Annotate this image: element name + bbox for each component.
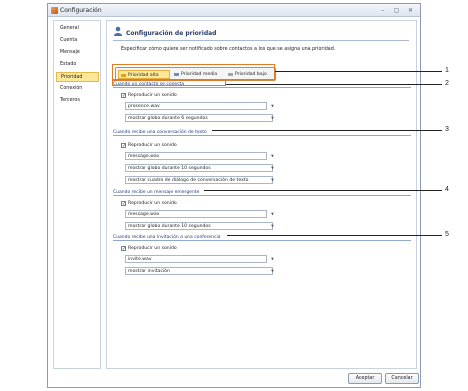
checkbox-label: Reproducir un sonido	[128, 201, 177, 206]
sound-file-input[interactable]: presence.wav	[125, 102, 267, 110]
browse-arrow-icon[interactable]: ▼	[270, 102, 275, 110]
sidebar-item-terceros[interactable]: Terceros	[56, 96, 99, 106]
accept-button[interactable]: Aceptar	[348, 373, 382, 384]
conversation-dialog-dropdown[interactable]: mostrar cuadro de diálogo de conversació…	[125, 176, 273, 184]
notification-dropdown[interactable]: mostrar globo durante 10 segundos	[125, 164, 273, 172]
chevron-down-icon[interactable]: ▼	[270, 222, 275, 230]
page-title: Configuración de prioridad	[126, 30, 217, 37]
callout-number-2: 2	[445, 80, 449, 87]
chevron-down-icon[interactable]: ▼	[270, 164, 275, 172]
sidebar-item-estado[interactable]: Estado	[56, 60, 99, 70]
checkbox[interactable]: ✓	[121, 201, 126, 207]
chevron-down-icon[interactable]: ▼	[270, 267, 275, 275]
sidebar: General Cuenta Mensaje Estado Prioridad …	[53, 20, 101, 369]
close-button[interactable]: ✕	[406, 6, 415, 15]
page-description: Especificar cómo quiere ser notificado s…	[121, 47, 336, 52]
settings-window: Configuración – ▢ ✕ General Cuenta Mensa…	[47, 3, 421, 388]
section-highlight-box	[112, 80, 226, 86]
callout-number-4: 4	[445, 186, 449, 193]
play-sound-checkbox[interactable]: ✓ Reproducir un sonido	[121, 245, 177, 252]
play-sound-checkbox[interactable]: ✓ Reproducir un sonido	[121, 92, 177, 99]
sidebar-item-general[interactable]: General	[56, 24, 99, 34]
contacts-icon	[114, 26, 122, 36]
notification-dropdown[interactable]: mostrar globo durante 10 segundos	[125, 222, 273, 230]
checkbox-label: Reproducir un sonido	[128, 143, 177, 148]
sidebar-item-cuenta[interactable]: Cuenta	[56, 36, 99, 46]
callout-line-1	[275, 71, 442, 72]
sound-file-input[interactable]: message.wav	[125, 152, 267, 160]
checkbox-label: Reproducir un sonido	[128, 246, 177, 251]
checkbox-label: Reproducir un sonido	[128, 93, 177, 98]
window-title: Configuración	[60, 7, 102, 14]
cancel-button[interactable]: Cancelar	[385, 373, 419, 384]
callout-line-4	[204, 190, 442, 191]
checkbox[interactable]: ✓	[121, 93, 126, 99]
play-sound-checkbox[interactable]: ✓ Reproducir un sonido	[121, 142, 177, 149]
sound-file-input[interactable]: message.wav	[125, 210, 267, 218]
title-bar: Configuración – ▢ ✕	[48, 4, 420, 17]
browse-arrow-icon[interactable]: ▼	[270, 255, 275, 263]
callout-number-5: 5	[445, 231, 449, 238]
checkbox[interactable]: ✓	[121, 246, 126, 252]
app-icon	[51, 7, 58, 14]
chevron-down-icon[interactable]: ▼	[270, 176, 275, 184]
notification-dropdown[interactable]: mostrar invitación	[125, 267, 273, 275]
browse-arrow-icon[interactable]: ▼	[270, 152, 275, 160]
notification-dropdown[interactable]: mostrar globo durante 6 segundos	[125, 114, 273, 122]
browse-arrow-icon[interactable]: ▼	[270, 210, 275, 218]
header-divider	[113, 40, 409, 41]
sound-file-input[interactable]: invite.wav	[125, 255, 267, 263]
play-sound-checkbox[interactable]: ✓ Reproducir un sonido	[121, 200, 177, 207]
checkbox[interactable]: ✓	[121, 143, 126, 149]
maximize-button[interactable]: ▢	[392, 6, 401, 15]
tabs-highlight-box	[112, 64, 275, 80]
sidebar-item-prioridad[interactable]: Prioridad	[56, 72, 99, 82]
callout-number-3: 3	[445, 126, 449, 133]
callout-line-2	[226, 84, 442, 85]
sidebar-item-conexion[interactable]: Conexión	[56, 84, 99, 94]
callout-line-3	[212, 130, 442, 131]
callout-line-5	[227, 235, 442, 236]
sidebar-item-mensaje[interactable]: Mensaje	[56, 48, 99, 58]
minimize-button[interactable]: –	[378, 6, 387, 15]
callout-number-1: 1	[445, 67, 449, 74]
chevron-down-icon[interactable]: ▼	[270, 114, 275, 122]
